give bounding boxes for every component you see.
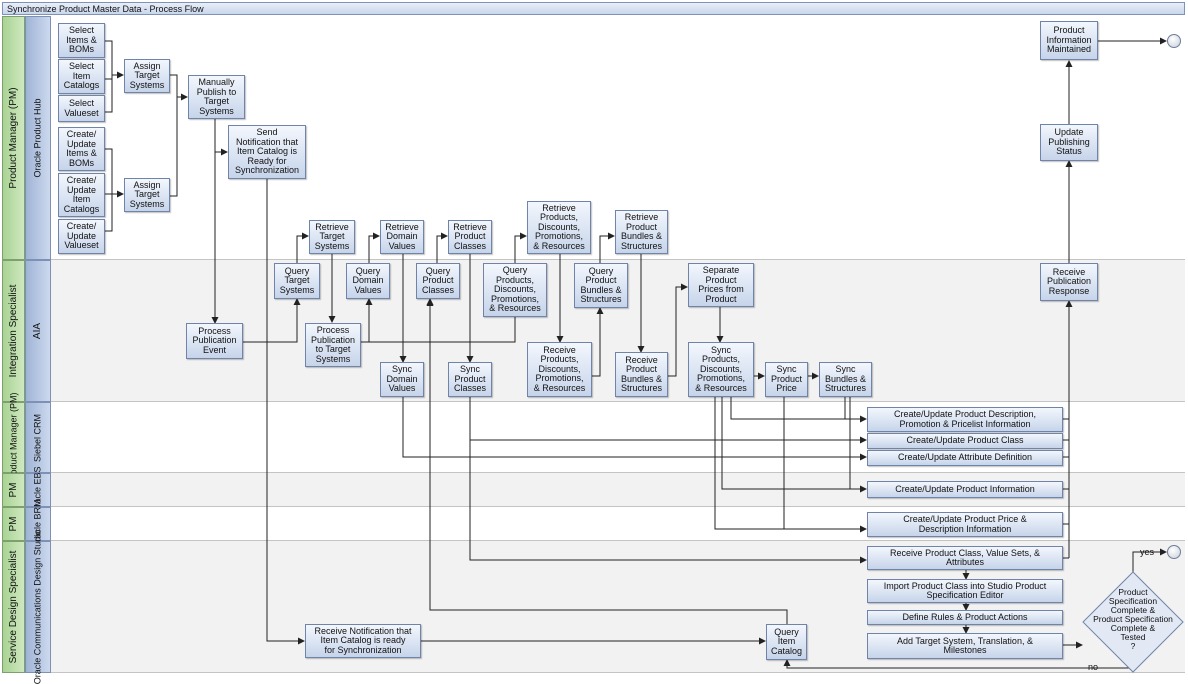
decision-no-label: no (1088, 662, 1099, 672)
task-sds-receive-class[interactable]: Receive Product Class, Value Sets, & Att… (867, 546, 1063, 570)
task-select-item-catalogs[interactable]: Select Item Catalogs (58, 59, 105, 94)
end-event-information-maintained (1167, 34, 1181, 48)
task-retrieve-product-classes[interactable]: Retrieve Product Classes (448, 220, 492, 254)
task-crm-create-update-attribute[interactable]: Create/Update Attribute Definition (867, 450, 1063, 466)
task-crm-create-update-description[interactable]: Create/Update Product Description, Promo… (867, 407, 1063, 432)
task-sds-import-class[interactable]: Import Product Class into Studio Product… (867, 579, 1063, 603)
task-create-update-valueset[interactable]: Create/ Update Valueset (58, 219, 105, 254)
task-sds-define-rules[interactable]: Define Rules & Product Actions (867, 610, 1063, 625)
task-update-publishing-status[interactable]: Update Publishing Status (1040, 124, 1098, 161)
end-event-specification-complete (1167, 545, 1181, 559)
task-process-publication-to-target[interactable]: Process Publication to Target Systems (305, 323, 361, 367)
task-retrieve-target-systems[interactable]: Retrieve Target Systems (309, 220, 355, 254)
task-retrieve-products-discounts[interactable]: Retrieve Products, Discounts, Promotions… (527, 201, 591, 254)
flow-connectors (105, 37, 1184, 673)
task-send-notification[interactable]: Send Notification that Item Catalog is R… (228, 125, 306, 179)
task-select-items-boms[interactable]: Select Items & BOMs (58, 23, 105, 58)
task-separate-product-prices[interactable]: Separate Product Prices from Product (688, 263, 754, 307)
task-create-update-item-catalogs[interactable]: Create/ Update Item Catalogs (58, 173, 105, 217)
task-sds-receive-notification[interactable]: Receive Notification that Item Catalog i… (305, 624, 421, 658)
task-product-information-maintained[interactable]: Product Information Maintained (1040, 21, 1098, 60)
decision-yes-label: yes (1140, 547, 1155, 557)
task-assign-target-systems-2[interactable]: Assign Target Systems (124, 178, 170, 212)
task-query-product-classes[interactable]: Query Product Classes (416, 263, 460, 299)
task-sync-product-price[interactable]: Sync Product Price (765, 362, 808, 397)
task-sds-add-target[interactable]: Add Target System, Translation, & Milest… (867, 633, 1063, 659)
task-query-product-bundles[interactable]: Query Product Bundles & Structures (574, 263, 628, 308)
task-manually-publish[interactable]: Manually Publish to Target Systems (188, 75, 245, 119)
decision-question: Product Specification Complete & Product… (1093, 587, 1173, 651)
task-retrieve-product-bundles[interactable]: Retrieve Product Bundles & Structures (615, 210, 668, 254)
task-query-target-systems[interactable]: Query Target Systems (274, 263, 320, 299)
task-sync-domain-values[interactable]: Sync Domain Values (380, 362, 424, 397)
task-brm-create-update-price[interactable]: Create/Update Product Price & Descriptio… (867, 512, 1063, 537)
task-sync-products-discounts[interactable]: Sync Products, Discounts, Promotions, & … (688, 342, 754, 397)
task-retrieve-domain-values[interactable]: Retrieve Domain Values (380, 220, 424, 254)
task-sds-query-item-catalog[interactable]: Query Item Catalog (766, 624, 807, 660)
task-sync-product-classes[interactable]: Sync Product Classes (448, 362, 492, 397)
task-process-publication-event[interactable]: Process Publication Event (186, 323, 243, 359)
task-sync-bundles-structures[interactable]: Sync Bundles & Structures (819, 362, 872, 397)
task-crm-create-update-class[interactable]: Create/Update Product Class (867, 433, 1063, 449)
task-ebs-create-update-info[interactable]: Create/Update Product Information (867, 481, 1063, 498)
task-select-valueset[interactable]: Select Valueset (58, 95, 105, 122)
task-receive-products-discounts[interactable]: Receive Products, Discounts, Promotions,… (527, 342, 592, 397)
task-assign-target-systems-1[interactable]: Assign Target Systems (124, 59, 170, 93)
task-query-products-discounts[interactable]: Query Products, Discounts, Promotions, &… (483, 263, 547, 317)
task-create-update-items-boms[interactable]: Create/ Update Items & BOMs (58, 127, 105, 171)
task-receive-product-bundles[interactable]: Receive Product Bundles & Structures (615, 352, 668, 397)
task-receive-publication-response[interactable]: Receive Publication Response (1040, 263, 1098, 301)
task-query-domain-values[interactable]: Query Domain Values (346, 263, 390, 299)
